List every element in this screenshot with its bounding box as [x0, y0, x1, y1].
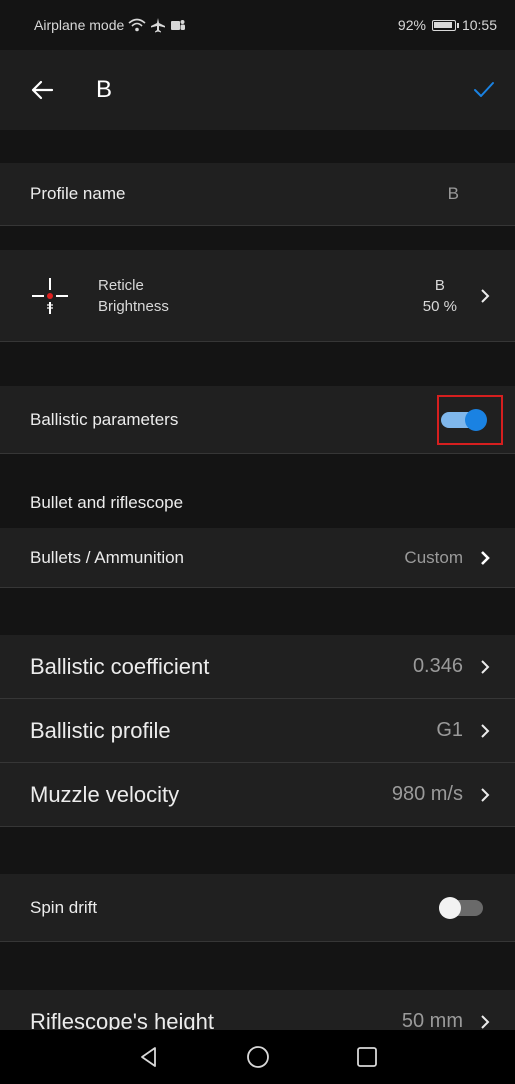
spin-drift-row: Spin drift [0, 874, 515, 942]
muzzle-velocity-row[interactable]: Muzzle velocity 980 m/s [0, 763, 515, 827]
ballistic-coefficient-value: 0.346 [412, 655, 463, 677]
wifi-icon [128, 18, 146, 32]
back-button[interactable] [30, 75, 60, 105]
bullets-ammunition-label: Bullets / Ammunition [30, 547, 185, 567]
battery-percent: 92% [397, 17, 426, 33]
section-header-bullet-riflescope: Bullet and riflescope [0, 478, 515, 528]
ballistic-coefficient-label: Ballistic coefficient [30, 653, 210, 679]
page-title: B [96, 76, 113, 103]
chevron-right-icon [479, 1014, 491, 1030]
profile-name-row[interactable]: Profile name B [0, 163, 515, 226]
highlight-box [437, 395, 503, 445]
ballistic-profile-label: Ballistic profile [30, 717, 171, 743]
profile-name-value: B [447, 184, 459, 203]
ballistic-profile-value: G1 [436, 719, 463, 741]
airplane-icon [151, 18, 166, 33]
section-header-label: Bullet and riflescope [30, 493, 184, 512]
status-right: 92% 10:55 [398, 17, 497, 33]
spin-drift-label: Spin drift [30, 897, 98, 917]
muzzle-velocity-label: Muzzle velocity [30, 781, 180, 807]
muzzle-velocity-value: 980 m/s [391, 783, 463, 805]
battery-icon [431, 19, 459, 31]
toggle-knob [439, 896, 461, 919]
ballistic-profile-row[interactable]: Ballistic profile G1 [0, 699, 515, 763]
app-bar: B [0, 50, 515, 130]
ballistic-parameters-label: Ballistic parameters [30, 409, 179, 429]
airplane-mode-text: Airplane mode [34, 17, 125, 33]
brightness-value: 50 % [422, 297, 457, 315]
reticle-label: Reticle [98, 276, 144, 294]
checkmark-icon [474, 82, 494, 97]
profile-name-label: Profile name [30, 184, 126, 203]
teams-icon [171, 20, 186, 30]
bullets-ammunition-row[interactable]: Bullets / Ammunition Custom [0, 528, 515, 588]
bullets-ammunition-value: Custom [404, 547, 463, 567]
status-bar: Airplane mode 92% 10:55 [0, 0, 515, 50]
system-nav-bar [0, 1030, 515, 1084]
chevron-right-icon [479, 659, 491, 675]
reticle-labels: Reticle Brightness [98, 277, 423, 315]
save-button[interactable] [465, 75, 495, 105]
brightness-label: Brightness [98, 297, 169, 315]
reticle-value: B [434, 276, 445, 294]
nav-back-icon[interactable] [138, 1046, 160, 1068]
nav-recents-icon[interactable] [356, 1046, 378, 1068]
chevron-right-icon [479, 787, 491, 803]
nav-home-icon[interactable] [246, 1045, 270, 1069]
ballistic-coefficient-row[interactable]: Ballistic coefficient 0.346 [0, 635, 515, 699]
chevron-right-icon [479, 723, 491, 739]
arrow-left-icon [31, 80, 54, 100]
reticle-row[interactable]: Reticle Brightness B 50 % [0, 250, 515, 342]
status-left: Airplane mode [34, 17, 186, 33]
clock: 10:55 [461, 17, 497, 33]
chevron-right-icon [479, 288, 491, 304]
chevron-right-icon [479, 550, 491, 566]
reticle-values: B 50 % [423, 277, 457, 315]
spin-drift-toggle[interactable] [439, 896, 485, 919]
reticle-icon [32, 277, 68, 314]
